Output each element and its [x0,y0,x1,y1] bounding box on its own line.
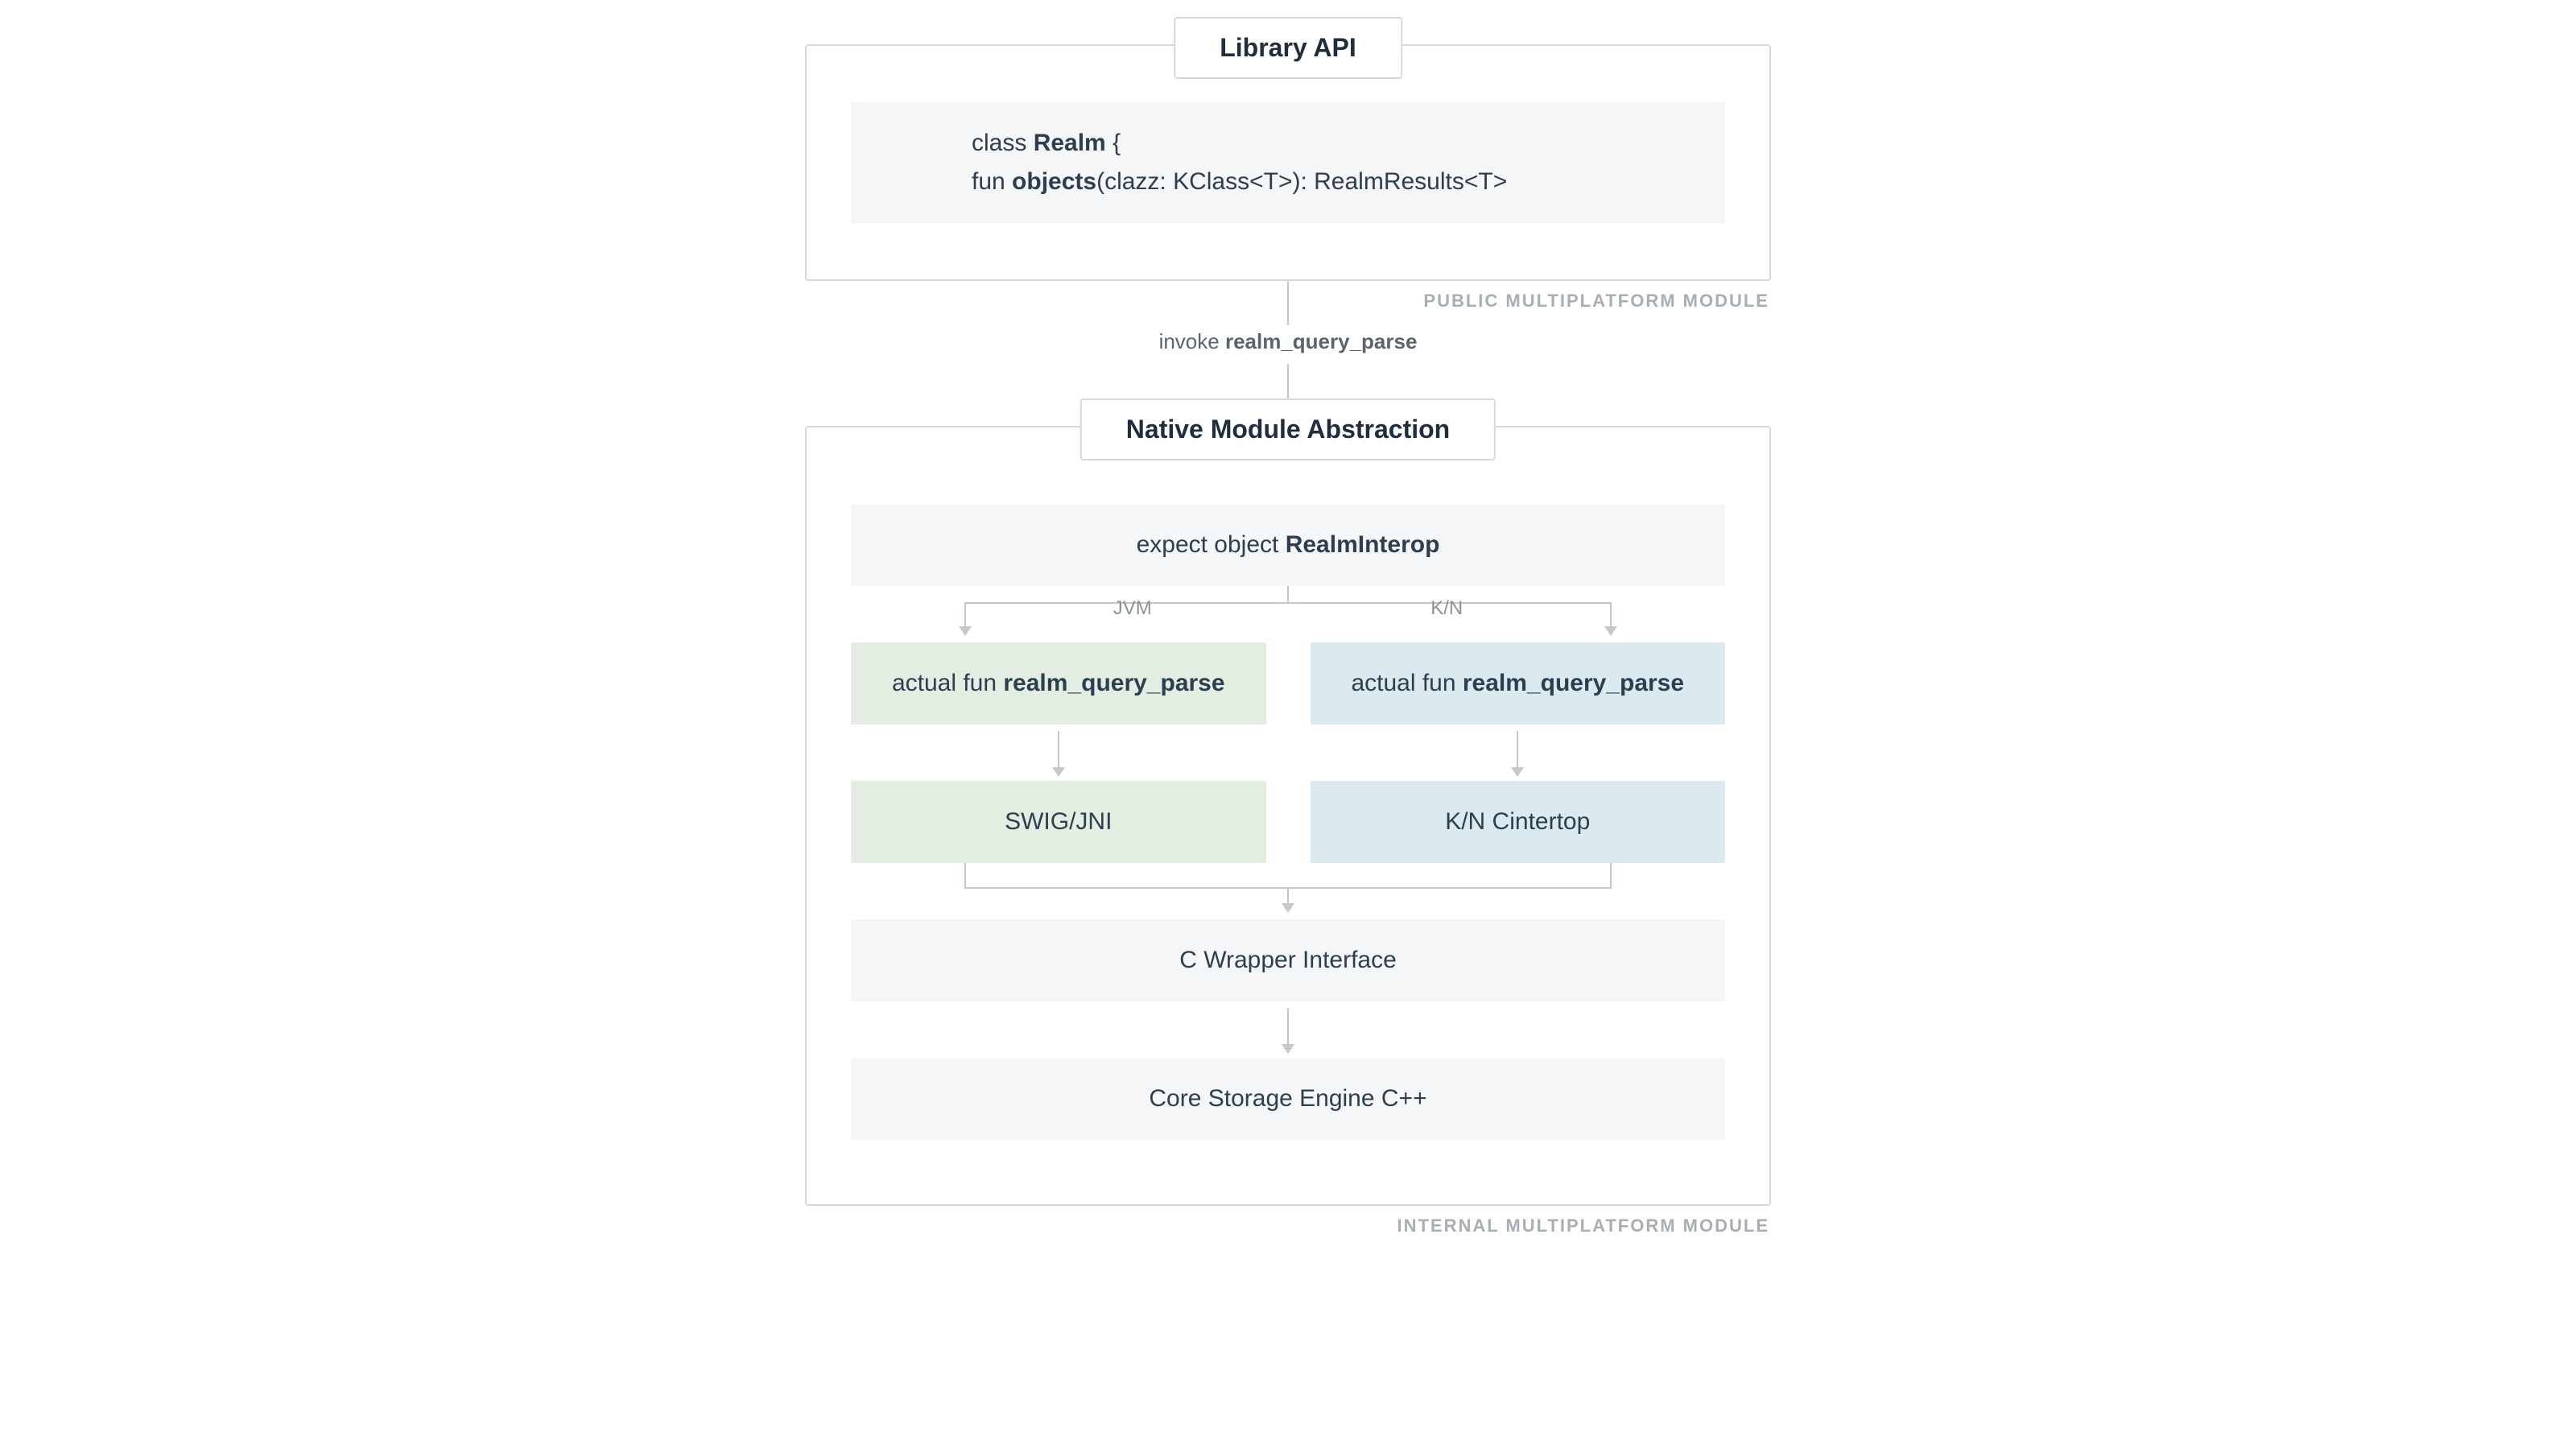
public-module-title: Library API [1174,17,1402,79]
split-label-jvm: JVM [1113,597,1152,620]
split-label-kn: K/N [1430,597,1463,620]
expect-block: expect object RealmInterop [851,504,1725,586]
code-text: fun [972,168,1012,195]
swig-jni-block: SWIG/JNI [851,781,1266,863]
internal-module-title: Native Module Abstraction [1080,398,1496,460]
library-api-code-block: class Realm { fun objects(clazz: KClass<… [851,102,1725,223]
invoke-text: invoke [1159,329,1225,353]
code-bold: objects [1012,168,1096,195]
internal-module-caption: INTERNAL MULTIPLATFORM MODULE [1397,1216,1769,1236]
actual-kn-block: actual fun realm_query_parse [1311,642,1726,724]
actual-jvm-block: actual fun realm_query_parse [851,642,1266,724]
kn-cinterop-block: K/N Cintertop [1311,781,1726,863]
expect-bold: RealmInterop [1286,531,1440,558]
actual-bold: realm_query_parse [1003,670,1224,696]
expect-text: expect object [1137,531,1286,558]
core-engine-block: Core Storage Engine C++ [851,1058,1725,1140]
merge-connector [851,863,1725,919]
code-text: { [1106,130,1121,156]
public-module-box: Library API class Realm { fun objects(cl… [805,44,1771,281]
invoke-label: invoke realm_query_parse [1159,329,1418,354]
code-bold: Realm [1034,130,1106,156]
internal-module-box: Native Module Abstraction expect object … [805,426,1771,1206]
code-text: class [972,130,1034,156]
actual-text: actual fun [892,670,1003,696]
actual-bold: realm_query_parse [1463,670,1684,696]
actual-text: actual fun [1351,670,1462,696]
invoke-bold: realm_query_parse [1225,329,1417,353]
code-text: (clazz: KClass<T>): RealmResults<T> [1096,168,1507,195]
split-connector: JVM K/N [851,586,1725,642]
c-wrapper-block: C Wrapper Interface [851,919,1725,1001]
